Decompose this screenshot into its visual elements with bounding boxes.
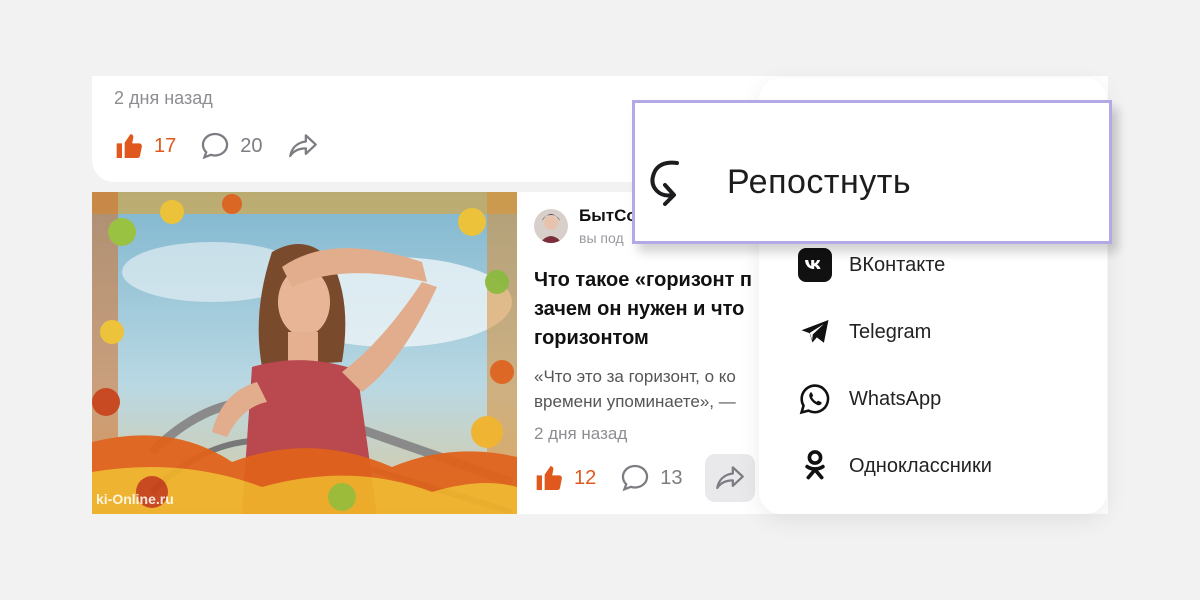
post-title-line: Что такое «горизонт п bbox=[534, 269, 753, 291]
post-actions: 12 13 bbox=[534, 454, 755, 502]
like-count: 12 bbox=[574, 466, 597, 489]
comment-button[interactable]: 13 bbox=[618, 458, 704, 498]
odnoklassniki-icon bbox=[797, 448, 833, 484]
share-button[interactable] bbox=[285, 126, 321, 166]
post-title[interactable]: Что такое «горизонт п зачем он нужен и ч… bbox=[534, 266, 774, 353]
share-item-label: ВКонтакте bbox=[849, 253, 946, 276]
comment-icon bbox=[202, 132, 229, 160]
repost-label: Репостнуть bbox=[727, 163, 912, 201]
like-count: 17 bbox=[154, 134, 177, 157]
thumbs-up-icon bbox=[536, 466, 562, 491]
post-snippet: «Что это за горизонт, о ко времени упоми… bbox=[534, 364, 774, 414]
post-date: 2 дня назад bbox=[114, 88, 213, 108]
comment-count: 20 bbox=[240, 134, 263, 157]
share-button[interactable] bbox=[704, 454, 755, 502]
post-actions: 17 20 bbox=[114, 126, 321, 166]
share-item-odnoklassniki[interactable]: Одноклассники bbox=[797, 446, 992, 486]
share-item-label: Одноклассники bbox=[849, 454, 992, 477]
post-snippet-line: времени упоминаете», — bbox=[534, 392, 736, 411]
thumbs-up-icon bbox=[116, 134, 142, 159]
post-title-line: зачем он нужен и что bbox=[534, 298, 745, 320]
share-item-telegram[interactable]: Telegram bbox=[797, 312, 931, 352]
post-title-line: горизонтом bbox=[534, 327, 649, 349]
share-arrow-icon bbox=[715, 466, 744, 490]
post-photo-illustration: ki-Online.ru bbox=[92, 192, 517, 514]
whatsapp-icon bbox=[797, 381, 833, 417]
share-item-label: WhatsApp bbox=[849, 387, 942, 410]
share-item-vk[interactable]: ВКонтакте bbox=[797, 245, 945, 285]
image-watermark: ki-Online.ru bbox=[96, 491, 174, 507]
comment-button[interactable]: 20 bbox=[198, 126, 284, 166]
vk-icon bbox=[797, 247, 833, 283]
like-button[interactable]: 17 bbox=[114, 126, 198, 166]
like-button[interactable]: 12 bbox=[534, 458, 618, 498]
author-subscription-status: вы под bbox=[579, 230, 624, 246]
post-date: 2 дня назад bbox=[534, 424, 628, 443]
author-name: БытСо bbox=[579, 206, 637, 225]
avatar bbox=[534, 209, 568, 243]
post-snippet-line: «Что это за горизонт, о ко bbox=[534, 367, 736, 386]
post-author[interactable]: БытСо вы под bbox=[534, 206, 637, 246]
repost-menu-item[interactable]: Репостнуть bbox=[632, 100, 1112, 244]
share-item-whatsapp[interactable]: WhatsApp bbox=[797, 379, 941, 419]
repost-icon bbox=[647, 157, 693, 214]
share-item-label: Telegram bbox=[849, 320, 932, 343]
telegram-icon bbox=[797, 314, 833, 350]
comment-count: 13 bbox=[660, 466, 683, 489]
share-arrow-icon bbox=[288, 134, 317, 158]
comment-icon bbox=[622, 464, 649, 492]
post-image[interactable]: ki-Online.ru bbox=[92, 192, 517, 514]
